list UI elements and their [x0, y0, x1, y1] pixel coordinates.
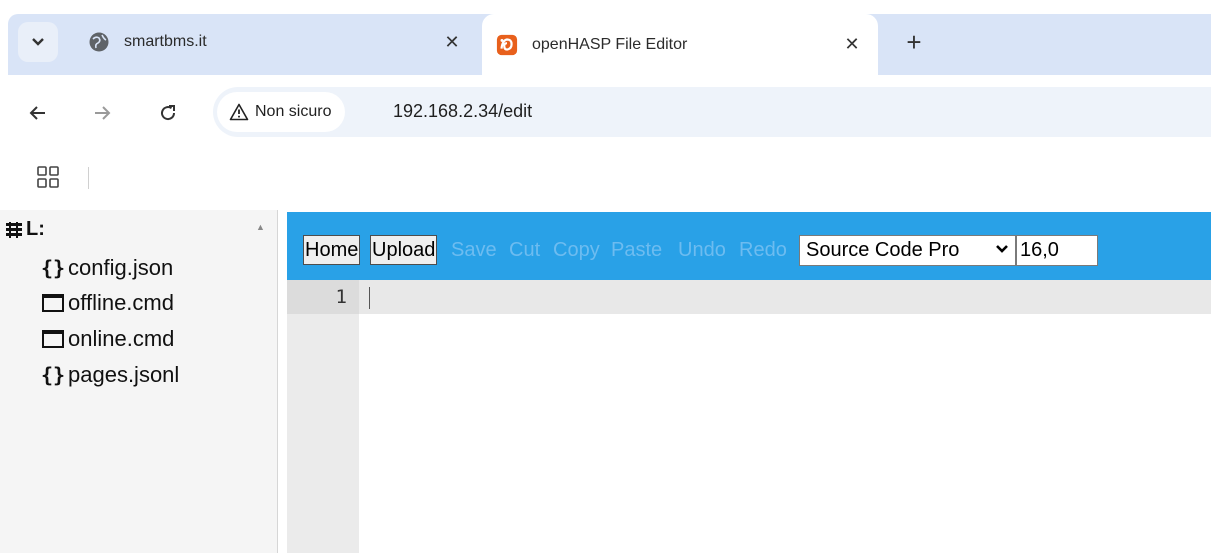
- line-gutter: [287, 280, 359, 553]
- tab-title: openHASP File Editor: [532, 35, 688, 53]
- json-file-icon: {}: [40, 363, 66, 387]
- close-icon[interactable]: ✕: [440, 30, 464, 54]
- forward-button[interactable]: [86, 97, 118, 129]
- reload-icon: [161, 105, 176, 121]
- font-size-input[interactable]: 16,0: [1016, 235, 1098, 266]
- page-content: L: ▲ {} config.json offline.cmd online.c…: [0, 210, 1211, 553]
- tree-root[interactable]: L:: [6, 218, 45, 241]
- file-item-offline-cmd[interactable]: offline.cmd: [40, 290, 174, 316]
- json-file-icon: {}: [40, 256, 66, 280]
- font-family-value: Source Code Pro: [806, 239, 960, 261]
- openhasp-icon: [496, 34, 518, 56]
- plus-icon: +: [906, 26, 922, 57]
- apps-grid-icon[interactable]: [36, 165, 60, 189]
- file-icon: [40, 293, 66, 313]
- tab-strip: smartbms.it ✕ openHASP File Editor ✕ +: [0, 0, 1211, 75]
- security-chip[interactable]: Non sicuro: [217, 92, 346, 132]
- url-text[interactable]: 192.168.2.34/edit: [393, 101, 532, 122]
- drive-icon: [6, 221, 22, 238]
- chevron-down-icon: [32, 38, 44, 46]
- file-name: config.json: [68, 255, 174, 280]
- cut-button[interactable]: Cut: [507, 235, 542, 265]
- browser-toolbar: Non sicuro 192.168.2.34/edit: [0, 75, 1211, 153]
- tab-smartbms[interactable]: smartbms.it ✕: [78, 22, 478, 62]
- font-family-select[interactable]: Source Code Pro: [799, 235, 1016, 266]
- arrow-right-icon: [95, 106, 111, 120]
- globe-icon: [88, 31, 110, 53]
- reload-button[interactable]: [152, 97, 184, 129]
- file-icon: [40, 329, 66, 349]
- text-cursor: [369, 287, 370, 309]
- file-name: offline.cmd: [68, 290, 174, 315]
- save-button[interactable]: Save: [449, 235, 499, 265]
- tab-openhasp-editor[interactable]: openHASP File Editor ✕: [482, 14, 878, 75]
- file-name: online.cmd: [68, 326, 175, 351]
- file-item-online-cmd[interactable]: online.cmd: [40, 326, 174, 352]
- security-label: Non sicuro: [255, 103, 332, 120]
- file-tree[interactable]: L: ▲ {} config.json offline.cmd online.c…: [0, 210, 278, 553]
- tree-root-label: L:: [26, 218, 45, 240]
- file-name: pages.jsonl: [68, 362, 180, 387]
- address-bar[interactable]: Non sicuro 192.168.2.34/edit: [213, 87, 1211, 137]
- editor-toolbar: Home Upload Save Cut Copy Paste Undo Red…: [287, 212, 1211, 280]
- line-number: 1: [335, 286, 347, 308]
- back-button[interactable]: [22, 97, 54, 129]
- warning-icon: [229, 103, 249, 121]
- copy-button[interactable]: Copy: [551, 235, 602, 265]
- bookmarks-separator: [88, 167, 89, 189]
- tab-search-button[interactable]: [18, 22, 58, 62]
- arrow-left-icon: [29, 106, 45, 120]
- tab-title: smartbms.it: [124, 33, 207, 50]
- undo-button[interactable]: Undo: [676, 235, 728, 265]
- bookmarks-bar: [0, 153, 1211, 203]
- active-line-highlight[interactable]: [359, 280, 1211, 314]
- home-button[interactable]: Home: [303, 235, 361, 265]
- paste-button[interactable]: Paste: [609, 235, 664, 265]
- file-item-config-json[interactable]: {} config.json: [40, 255, 173, 281]
- close-icon[interactable]: ✕: [840, 33, 864, 57]
- upload-button[interactable]: Upload: [370, 235, 438, 265]
- file-item-pages-jsonl[interactable]: {} pages.jsonl: [40, 362, 179, 388]
- new-tab-button[interactable]: +: [898, 26, 930, 58]
- chevron-down-icon: [995, 241, 1009, 259]
- editor-area: Home Upload Save Cut Copy Paste Undo Red…: [287, 210, 1211, 553]
- scroll-up-icon[interactable]: ▲: [256, 222, 268, 234]
- redo-button[interactable]: Redo: [737, 235, 789, 265]
